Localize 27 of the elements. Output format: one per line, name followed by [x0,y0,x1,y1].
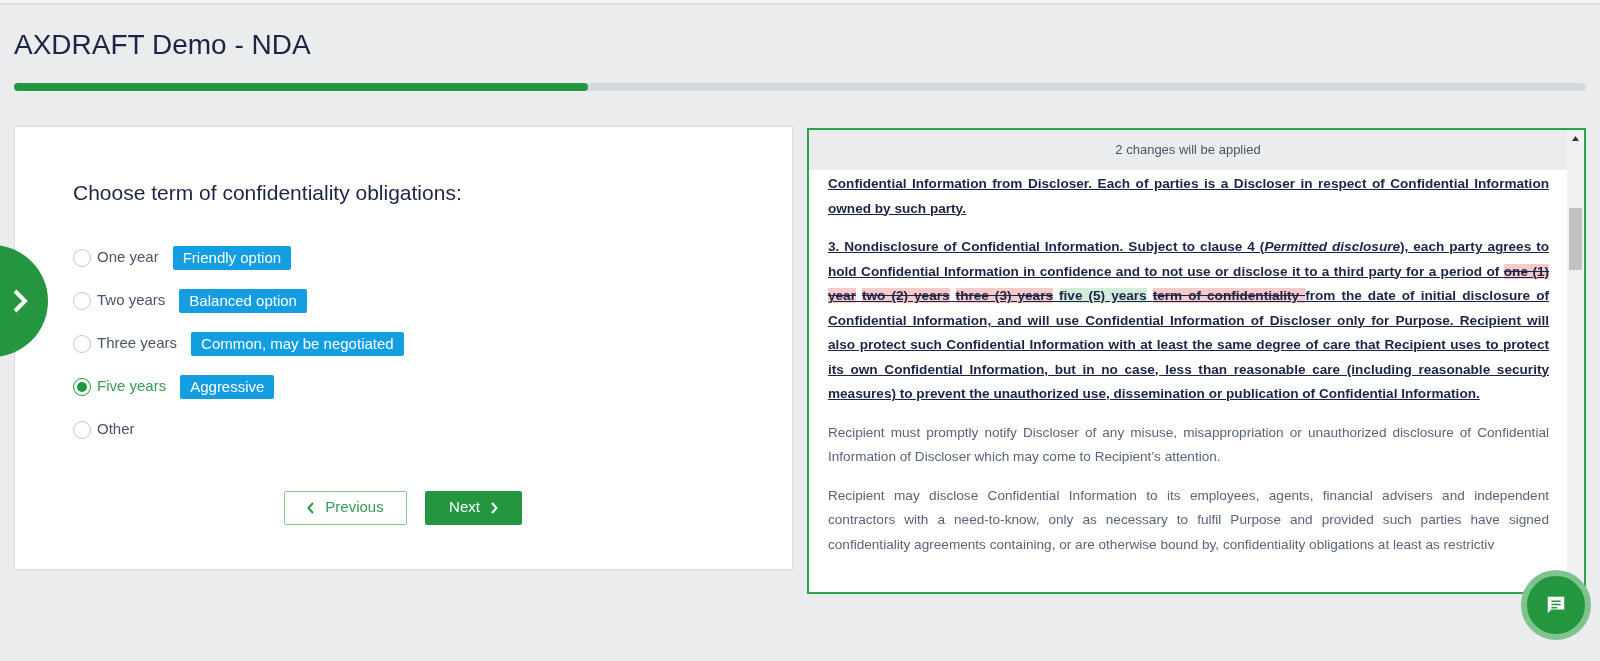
next-button[interactable]: Next [425,490,522,525]
previous-button[interactable]: Previous [284,490,407,525]
option-label[interactable]: Five years [97,375,167,398]
question-prompt: Choose term of confidentiality obligations: [73,180,462,206]
deleted-text: two (2) years [862,288,950,303]
page-title: AXDRAFT Demo - NDA [14,28,311,62]
inserted-text: five (5) years [1059,288,1147,303]
option-tag: Common, may be negotiated [191,331,404,356]
scrollbar-thumb[interactable] [1569,208,1582,270]
clause-text: Recipient may disclose Confidential Information to its employees, agents, financial advisers and independent contractors with a need-to-know, only as necessary to fulfil Purpose and provided such parties have signed confidentiality agreements containing, or are otherwise bound by, confidentiality obligations at least as restrictiv [827,486,1549,554]
chevron-right-icon [12,288,28,314]
deleted-text: term of confidentiality [1152,288,1306,303]
option-label[interactable]: Two years [97,289,166,312]
option-tag: Friendly option [172,245,292,270]
deleted-text: three (3) years [955,288,1054,303]
changed-clause: Confidential Information from Discloser. Each of parties is a Discloser in respect of Confidential Information owned by such party. [827,175,1549,218]
option-label[interactable]: Other [97,418,135,441]
chevron-right-icon [489,501,498,514]
chevron-left-icon [307,501,316,514]
option-label[interactable]: One year [97,246,159,269]
option-label[interactable]: Three years [97,332,178,355]
clause-text: Recipient must promptly notify Discloser of any misuse, misappropriation or unauthorized disclosure of Confidential Information of Discloser which may come to Recipient’s attention. [827,423,1549,466]
changed-clause: 3. Nondisclosure of Confidential Information. Subject to clause 4 (Permitted disclosure), each party agrees to hold Confidential Information in confidence and to not use or disclose it to a third party for a period of one (1) year two (2) years three (3) years five (5) years term of confidentiality from the date of initial disclosure of Confidential Information, and will use Confidential Information of Discloser only for Purpose. Recipient will also protect such Confidential Information with at least the same degree of care that Recipient uses to protect its own Confidential Information, but in no case, less than reasonable care (including reasonable security measures) to prevent the unauthorized use, dissemination or publication of Confidential Information. [827,238,1549,403]
option-tag: Aggressive [180,374,275,399]
option-tag: Balanced option [179,288,307,313]
scroll-up-arrow-icon[interactable] [1572,136,1579,141]
changes-notice: 2 changes will be applied [808,130,1567,170]
